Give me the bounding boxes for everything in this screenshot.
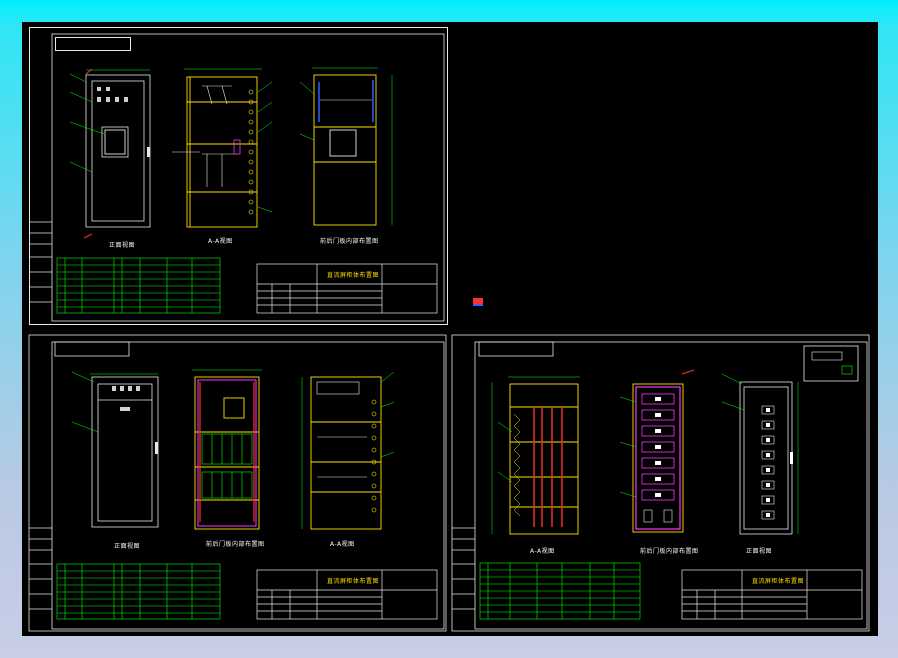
- cad-drawing-canvas[interactable]: 正面视图 A-A视图 前后门板内部布置图 直流屏柜体布置图 正面视图 前后门板内…: [22, 22, 878, 636]
- sheet-2-label-door: 前后门板内部布置图: [206, 541, 265, 548]
- sheet-2-titleblock-name: 直流屏柜体布置图: [327, 578, 380, 585]
- sheet-1-graphics: [28, 33, 870, 632]
- sheet-3-label-door: 前后门板内部布置图: [640, 548, 699, 555]
- sheet-2-label-section: A-A视图: [330, 541, 355, 548]
- sheet-1-titleblock-name: 直流屏柜体布置图: [327, 272, 380, 279]
- sheet-3-label-section: A-A视图: [530, 548, 555, 555]
- sheet-1-label-front: 正面视图: [109, 242, 136, 249]
- sheet-1-label-door: 前后门板内部布置图: [320, 238, 379, 245]
- sheet-3-label-front: 正面视图: [746, 548, 773, 555]
- sheet-1-label-section: A-A视图: [208, 238, 233, 245]
- sheet-3-titleblock-name: 直流屏柜体布置图: [752, 578, 805, 585]
- sheet-2-label-front: 正面视图: [114, 543, 141, 550]
